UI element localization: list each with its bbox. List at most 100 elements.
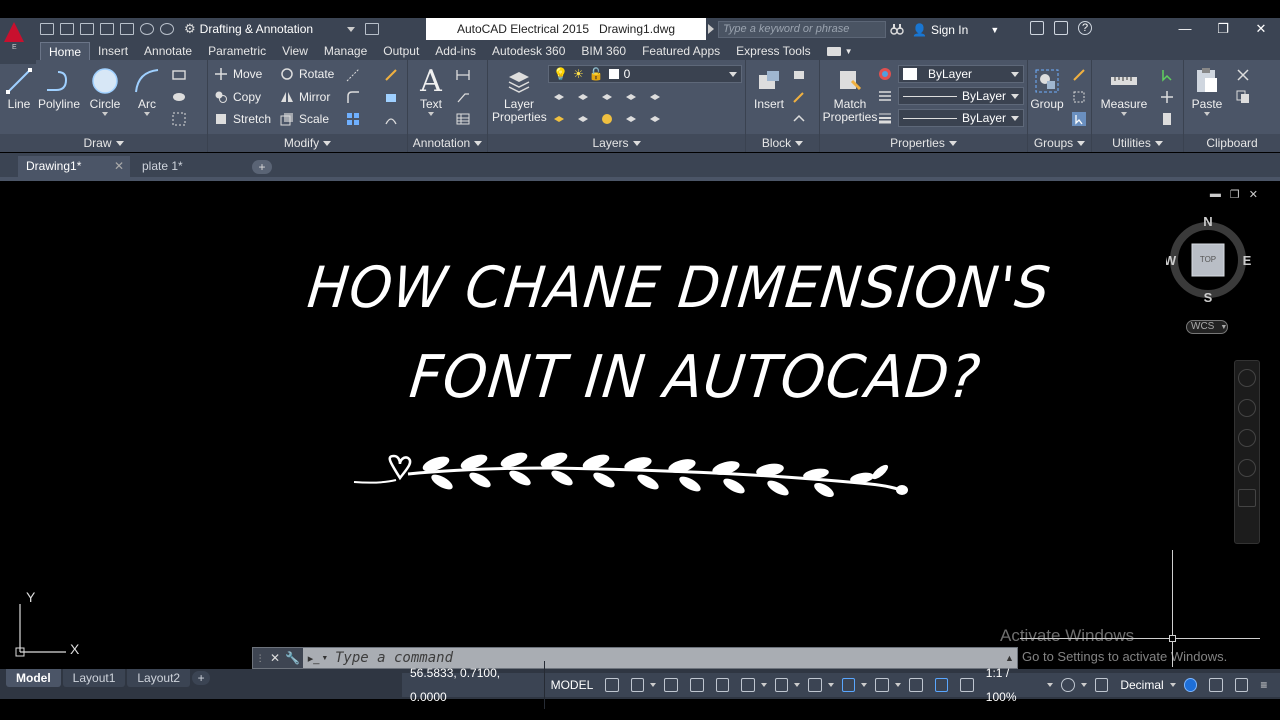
workspace-select[interactable]: ⚙ Drafting & Annotation [180,20,359,38]
copy-clip-icon[interactable] [1236,90,1250,104]
rotate-tool[interactable]: Rotate [280,64,334,84]
annotation-scale-icon[interactable] [960,678,974,692]
tab-insert[interactable]: Insert [90,42,136,60]
doc-tab-drawing1[interactable]: Drawing1* ✕ [18,156,130,177]
new-file-icon[interactable] [40,23,54,35]
close-icon[interactable]: ✕ [114,156,124,177]
leader-icon[interactable] [456,90,470,104]
grid-icon[interactable] [605,678,619,692]
zoom-icon[interactable] [1238,429,1256,447]
group-selection-icon[interactable] [1072,112,1086,126]
scale-tool[interactable]: Scale [280,109,329,129]
tab-view[interactable]: View [274,42,316,60]
close-icon[interactable]: ✕ [270,651,280,665]
layer-state-icon[interactable] [552,90,566,104]
make-current-icon[interactable] [552,112,566,126]
tab-express-tools[interactable]: Express Tools [728,42,818,60]
explode-icon[interactable] [384,90,398,104]
customize-menu-icon[interactable]: ≡ [1260,678,1274,692]
wcs-menu[interactable]: WCS ▼ [1186,320,1228,334]
linetype-dropdown[interactable]: ByLayer [898,87,1024,105]
open-file-icon[interactable] [60,23,74,35]
layer-properties-tool[interactable]: Layer Properties [492,64,547,124]
group-tool[interactable]: Group [1024,64,1070,111]
redo-icon[interactable] [160,23,174,35]
minimize-icon[interactable]: — [1166,18,1204,40]
clipboard-panel-title[interactable]: Clipboard [1184,134,1280,152]
lineweight-dropdown[interactable]: ByLayer [898,109,1024,127]
application-menu-button[interactable]: E [0,18,36,64]
annotation-monitor-icon[interactable] [1094,678,1109,692]
infer-constraints-icon[interactable] [664,678,679,692]
exchange-icon[interactable] [1030,21,1044,35]
circle-tool[interactable]: Circle [82,64,128,116]
lineweight-toggle-icon[interactable] [875,678,890,692]
close-icon[interactable]: ✕ [1242,18,1280,40]
properties-panel-title[interactable]: Properties [820,134,1027,152]
modify-panel-title[interactable]: Modify [208,134,407,152]
tab-manage[interactable]: Manage [316,42,375,60]
model-space-button[interactable]: MODEL [545,673,600,697]
match-properties-tool[interactable]: Match Properties [822,64,878,124]
viewcube[interactable]: TOP N S E W [1166,214,1252,304]
units-value[interactable]: Decimal [1114,673,1169,697]
dimension-icon[interactable] [456,68,470,82]
layer-toolbar-icon[interactable] [365,23,380,35]
rectangle-icon[interactable] [172,68,186,82]
restore-icon[interactable]: ❐ [1204,18,1242,40]
group-edit-icon[interactable] [1072,90,1086,104]
quick-select-icon[interactable] [1160,68,1174,82]
tab-model[interactable]: Model [6,669,61,687]
viewport-close-icon[interactable]: ✕ [1249,188,1258,201]
snap-icon[interactable] [630,678,645,692]
text-tool[interactable]: A Text [408,64,454,116]
hardware-acceleration-icon[interactable] [1209,678,1223,692]
ribbon-minimize-toggle[interactable]: ▼ [819,42,853,60]
calculator-icon[interactable] [1160,112,1174,126]
print-icon[interactable] [120,23,134,35]
draw-panel-title[interactable]: Draw [0,134,207,152]
layer-thaw-icon[interactable] [600,112,614,126]
search-input[interactable]: Type a keyword or phrase [718,21,886,38]
clean-screen-icon[interactable] [1234,678,1249,692]
measure-tool[interactable]: Measure [1100,64,1148,116]
tab-layout2[interactable]: Layout2 [127,669,191,687]
annotation-panel-title[interactable]: Annotation [408,134,487,152]
insert-block-tool[interactable]: Insert [746,64,792,111]
viewport-restore-icon[interactable]: ❐ [1230,188,1240,201]
offset-icon[interactable] [384,112,398,126]
ungroup-icon[interactable] [1072,68,1086,82]
ortho-icon[interactable] [715,678,730,692]
layer-lock-icon[interactable] [648,90,662,104]
coordinates-readout[interactable]: 56.5833, 0.7100, 0.0000 [402,661,545,709]
orbit-icon[interactable] [1238,459,1256,477]
array-icon[interactable] [346,112,360,126]
recent-commands-button[interactable]: ▸_ ▼ [303,648,333,668]
grip-icon[interactable]: ⋮ [256,653,265,664]
edit-block-icon[interactable] [792,90,806,104]
save-icon[interactable] [80,23,94,35]
save-as-icon[interactable] [100,23,114,35]
trim-icon[interactable] [346,68,360,82]
transparency-icon[interactable] [909,678,923,692]
stretch-tool[interactable]: Stretch [214,109,271,129]
dynamic-input-icon[interactable] [690,678,704,692]
hatch-icon[interactable] [172,90,186,104]
tab-autodesk-360[interactable]: Autodesk 360 [484,42,573,60]
add-layout-button[interactable]: + [192,671,211,685]
move-tool[interactable]: Move [214,64,262,84]
undo-icon[interactable] [140,23,154,35]
workspace-gear-icon[interactable] [1061,678,1075,692]
tab-parametric[interactable]: Parametric [200,42,274,60]
match-layer-icon[interactable] [576,112,590,126]
paste-tool[interactable]: Paste [1184,64,1230,116]
layer-isolate-icon[interactable] [576,90,590,104]
tab-layout1[interactable]: Layout1 [62,669,126,687]
table-icon[interactable] [456,112,470,126]
polar-tracking-icon[interactable] [741,678,755,692]
create-block-icon[interactable] [792,68,806,82]
groups-panel-title[interactable]: Groups [1028,134,1091,152]
layer-unlock-icon[interactable] [648,112,662,126]
id-point-icon[interactable] [1160,90,1174,104]
erase-icon[interactable] [384,68,398,82]
